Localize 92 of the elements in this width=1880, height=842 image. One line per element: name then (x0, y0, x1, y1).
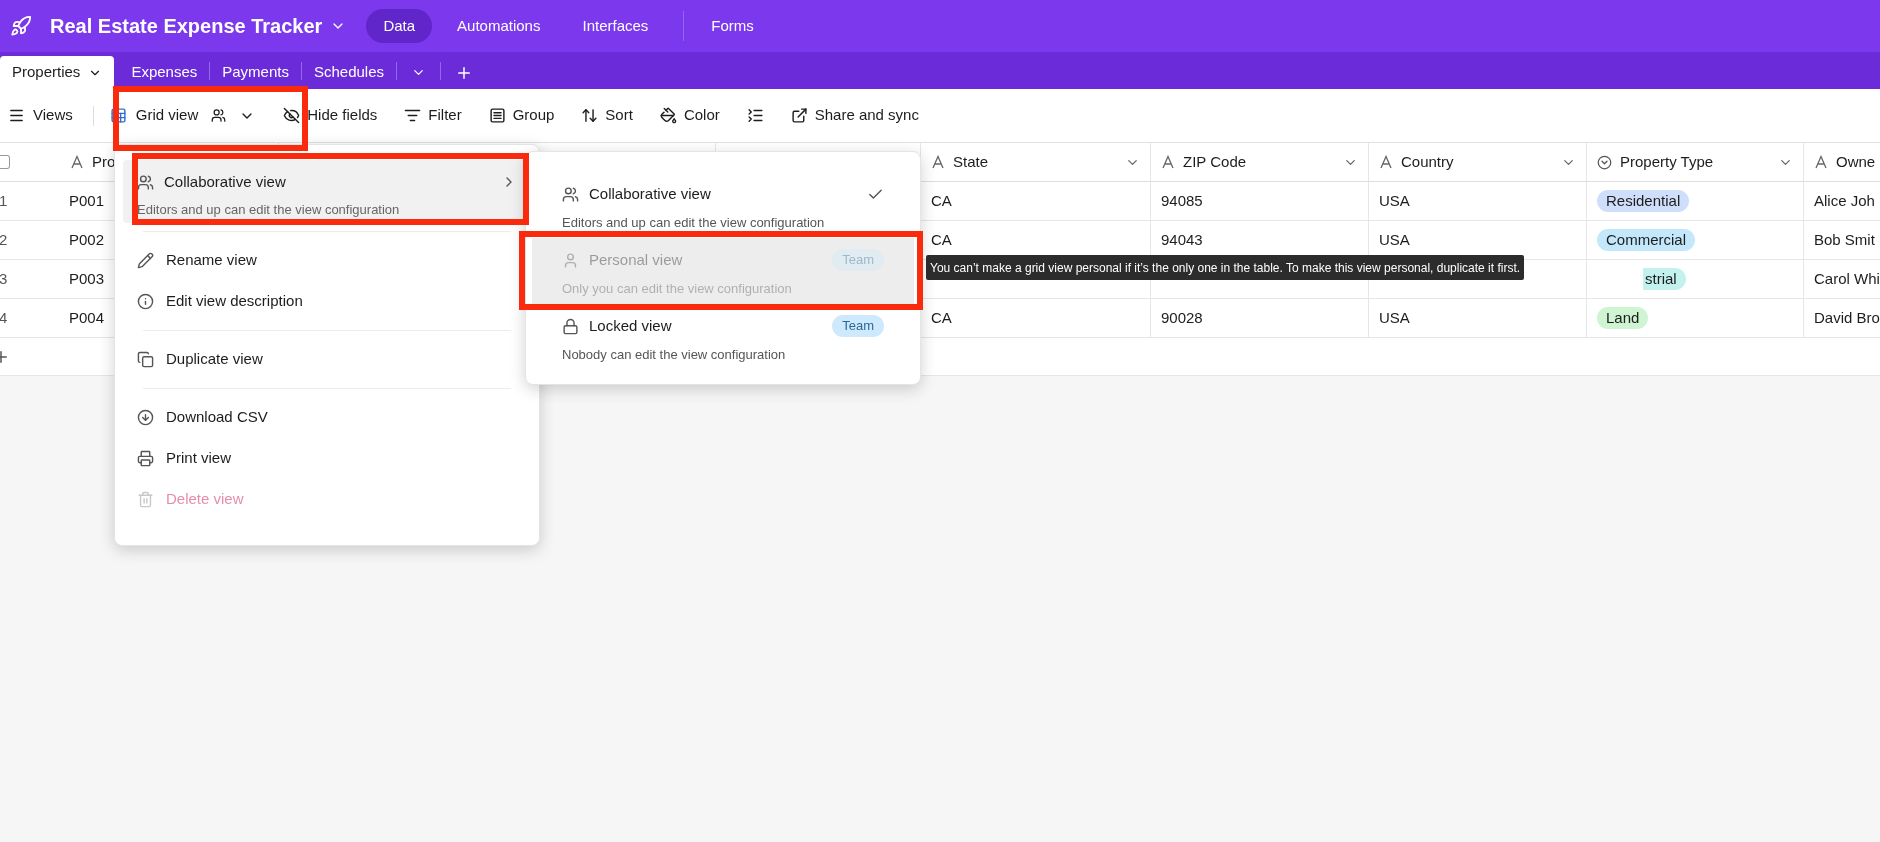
column-header: Pro (92, 151, 116, 172)
filter-icon (404, 107, 422, 124)
printer-icon (137, 450, 154, 467)
table-cell-text: USA (1379, 190, 1410, 211)
nav-tab[interactable]: Automations (440, 9, 558, 43)
row-number: 2 (0, 229, 9, 250)
users-icon (211, 108, 227, 123)
property-type-tag: Commercial (1597, 229, 1695, 251)
table-cell-text: CA (931, 190, 952, 211)
column-header: State (953, 151, 989, 172)
nav-tab[interactable]: Forms (694, 9, 771, 43)
copy-icon (137, 351, 154, 368)
lock-icon (562, 317, 579, 335)
select-all-checkbox[interactable] (0, 155, 10, 169)
option-description: Editors and up can edit the view configuration (562, 214, 826, 232)
menu-item-description: Editors and up can edit the view configuration (137, 200, 401, 219)
text-field-icon (1161, 155, 1175, 169)
single-select-icon (1597, 154, 1612, 170)
menu-icon (8, 107, 25, 124)
table-cell-text: 90028 (1161, 307, 1203, 328)
option-label: Locked view (589, 315, 672, 336)
base-title-button[interactable]: Real Estate Expense Tracker (50, 11, 347, 41)
menu-item[interactable]: Rename view (123, 240, 531, 281)
pencil-icon (137, 252, 154, 269)
column-header: ZIP Code (1183, 151, 1247, 172)
toolbar-button[interactable]: Filter (404, 104, 462, 127)
toolbar-button[interactable]: Share and sync (790, 104, 919, 127)
property-type-tag: strial (1643, 268, 1686, 290)
eye-off-icon (283, 107, 301, 124)
plan-badge: Team (832, 249, 884, 271)
option-description: Nobody can edit the view configuration (562, 346, 787, 364)
paint-bucket-icon (659, 107, 677, 124)
property-type-tag: Residential (1597, 190, 1690, 212)
rocket-icon (10, 15, 32, 37)
table-tab[interactable]: Payments (210, 56, 301, 89)
table-cell-text: David Bro (1814, 307, 1880, 328)
download-icon (137, 409, 154, 426)
views-button[interactable]: Views (8, 104, 73, 127)
trash-icon (137, 491, 154, 508)
table-tab[interactable]: Schedules (301, 56, 396, 89)
table-cell-text: P003 (69, 268, 105, 289)
table-cell-text: P002 (69, 229, 105, 250)
tooltip: You can’t make a grid view personal if it’s the only one in the table. To make this view personal, duplicate it first. (926, 255, 1525, 280)
toolbar-button[interactable]: Color (659, 104, 720, 127)
table-cell-text: CA (931, 229, 952, 250)
users-icon (137, 173, 154, 191)
text-field-icon (70, 155, 84, 169)
column-header: Property Type (1620, 151, 1714, 172)
table-cell-text: USA (1379, 229, 1410, 250)
sort-icon (581, 107, 599, 124)
table-cell-text: P001 (69, 190, 105, 211)
toolbar-button[interactable]: Hide fields (283, 104, 378, 127)
text-field-icon (1814, 155, 1828, 169)
plan-badge: Team (832, 315, 884, 337)
menu-item[interactable]: Print view (123, 438, 531, 479)
toolbar-button[interactable]: Sort (581, 104, 633, 127)
text-field-icon (931, 155, 945, 169)
option-description: Only you can edit the view configuration (562, 280, 793, 298)
table-cell-text: USA (1379, 307, 1410, 328)
table-cell-text: P004 (69, 307, 105, 328)
row-number: 3 (0, 268, 9, 289)
grid-icon (109, 107, 127, 124)
share-icon (790, 107, 808, 124)
table-tab[interactable]: Expenses (119, 56, 210, 89)
row-number: 4 (0, 307, 9, 328)
column-header: Owne (1836, 151, 1876, 172)
option-label: Personal view (589, 249, 683, 270)
option-label: Collaborative view (589, 183, 711, 204)
table-cell-text: 94085 (1161, 190, 1203, 211)
row-number: 1 (0, 190, 9, 211)
table-cell-text: 94043 (1161, 229, 1203, 250)
list-box-icon (488, 107, 506, 124)
menu-item-label: Collaborative view (164, 172, 286, 192)
table-cell-text: Carol Whi (1814, 268, 1880, 289)
nav-tab[interactable]: Interfaces (565, 9, 666, 43)
menu-item[interactable]: Edit view description (123, 281, 531, 322)
toolbar-button[interactable]: Group (488, 104, 555, 127)
user-icon (562, 251, 579, 269)
text-field-icon (1379, 155, 1393, 169)
nav-tab[interactable]: Data (366, 9, 433, 43)
table-tab[interactable]: Properties (0, 56, 115, 89)
row-height-icon[interactable] (746, 107, 764, 124)
users-icon (562, 185, 579, 203)
table-cell-text: Alice Joh (1814, 190, 1875, 211)
table-cell-text: Bob Smit (1814, 229, 1875, 250)
info-icon (137, 293, 154, 310)
view-switcher-button[interactable]: Grid view (109, 104, 256, 127)
property-type-tag: Land (1597, 307, 1649, 329)
column-header: Country (1401, 151, 1454, 172)
menu-item[interactable]: Download CSV (123, 397, 531, 438)
menu-item[interactable]: Duplicate view (123, 339, 531, 380)
table-cell-text: CA (931, 307, 952, 328)
